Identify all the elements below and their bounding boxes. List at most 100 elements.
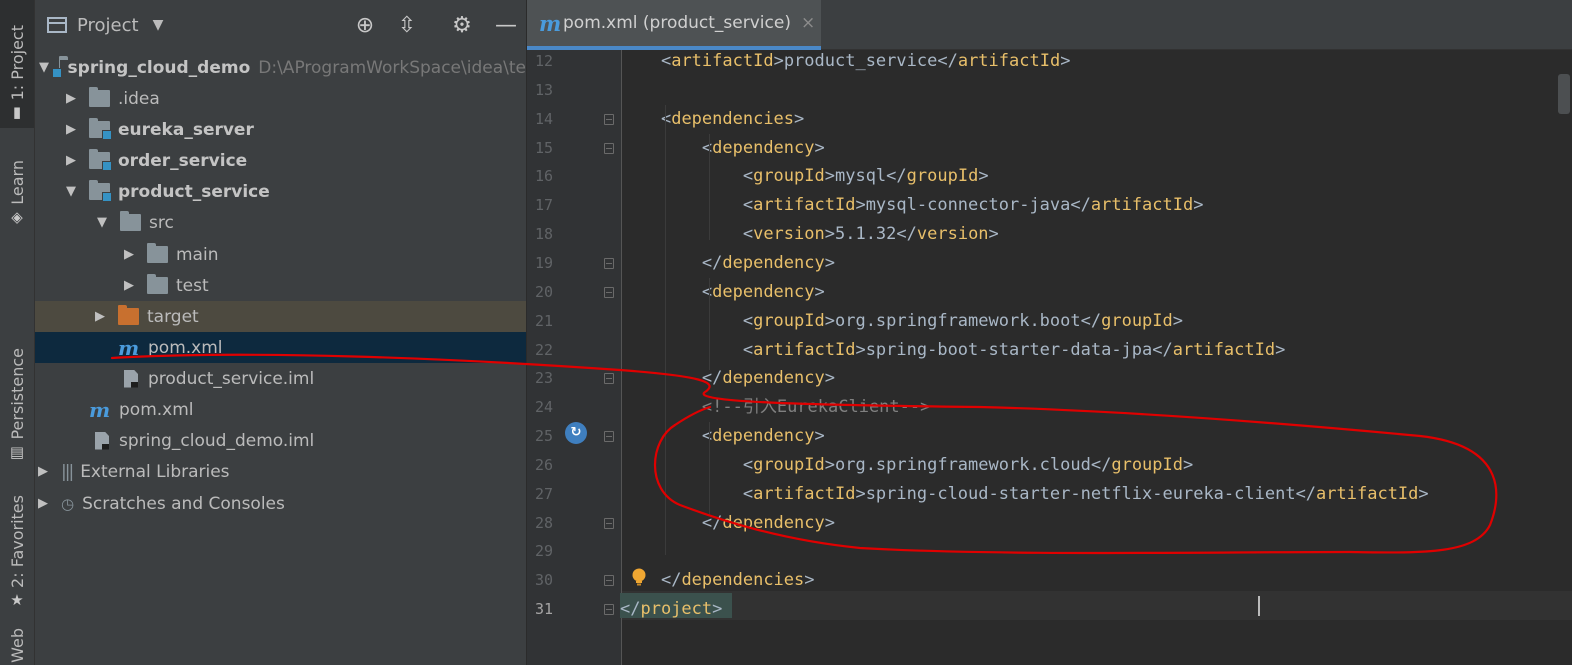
tree-item-label: src <box>149 212 174 233</box>
project-view-title[interactable]: Project <box>77 15 139 36</box>
tool-tab-favorites-label: 2: Favorites <box>7 495 27 588</box>
tree-item-scratches[interactable]: ▶ ◷ Scratches and Consoles <box>35 488 526 519</box>
fold-marker-icon[interactable] <box>604 575 614 587</box>
line-number: 20 <box>534 282 553 301</box>
line-number: 13 <box>534 80 553 99</box>
expanded-arrow-icon[interactable]: ▼ <box>63 184 79 199</box>
tree-item-eureka-server[interactable]: ▶ eureka_server <box>35 114 526 145</box>
folder-icon <box>89 87 110 107</box>
fold-marker-icon[interactable] <box>604 373 614 385</box>
fold-marker-icon[interactable] <box>604 517 614 529</box>
code-line[interactable]: <groupId>org.springframework.boot</group… <box>620 307 1183 336</box>
tool-tab-web[interactable]: Web <box>0 628 34 665</box>
code-line[interactable]: </project> <box>620 595 722 624</box>
tool-window-strip: 1: Project ▮ Learn ◈ Persistence ▤ 2: Fa… <box>0 0 35 665</box>
code-line[interactable]: <dependency> <box>620 422 825 451</box>
line-number: 17 <box>534 196 553 215</box>
collapsed-arrow-icon[interactable]: ▶ <box>121 278 137 293</box>
collapsed-arrow-icon[interactable]: ▶ <box>35 496 51 511</box>
collapsed-arrow-icon[interactable]: ▶ <box>92 309 108 324</box>
lightbulb-icon[interactable] <box>631 568 647 586</box>
fold-marker-icon[interactable] <box>604 113 614 125</box>
gear-icon[interactable]: ⚙ <box>450 14 474 38</box>
code-line[interactable]: <dependency> <box>620 134 825 163</box>
line-number: 23 <box>534 369 553 388</box>
code-line[interactable]: <artifactId>spring-boot-starter-data-jpa… <box>620 336 1286 365</box>
fold-marker-icon[interactable] <box>604 604 614 616</box>
tree-item-label: test <box>176 275 209 296</box>
current-line-highlight <box>622 591 1572 620</box>
star-icon: ★ <box>10 591 24 609</box>
line-number: 24 <box>534 398 553 417</box>
fold-marker-icon[interactable] <box>604 142 614 154</box>
tree-item-label: Scratches and Consoles <box>82 493 285 514</box>
tree-item-label: main <box>176 244 219 265</box>
vertical-scrollbar-thumb[interactable] <box>1558 74 1570 114</box>
tree-item-label: .idea <box>118 88 160 109</box>
maven-dependency-icon[interactable]: ↻ <box>565 422 587 444</box>
code-line[interactable]: <artifactId>spring-cloud-starter-netflix… <box>620 480 1429 509</box>
expanded-arrow-icon[interactable]: ▼ <box>94 215 110 230</box>
fold-marker-icon[interactable] <box>604 286 614 298</box>
code-line[interactable]: <artifactId>mysql-connector-java</artifa… <box>620 191 1204 220</box>
code-line[interactable]: <dependencies> <box>620 105 804 134</box>
collapsed-arrow-icon[interactable]: ▶ <box>63 91 79 106</box>
tree-item-idea[interactable]: ▶ .idea <box>35 83 526 114</box>
code-line[interactable]: </dependencies> <box>620 566 815 595</box>
tree-item-label: eureka_server <box>118 119 254 140</box>
hide-icon[interactable]: — <box>494 14 518 38</box>
tree-item-label: spring_cloud_demo <box>67 57 251 78</box>
module-folder-icon <box>89 149 112 171</box>
code-line[interactable]: <dependency> <box>620 278 825 307</box>
tool-tab-persistence-label: Persistence <box>7 348 27 440</box>
code-line[interactable]: </dependency> <box>620 509 835 538</box>
tree-item-spring-cloud-demo-iml[interactable]: spring_cloud_demo.iml <box>35 425 526 456</box>
tree-item-src[interactable]: ▼ src <box>35 207 526 238</box>
chevron-down-icon[interactable]: ▼ <box>153 17 164 33</box>
code-line[interactable]: <!--引入EurekaClient--> <box>620 393 930 422</box>
tree-item-product-service[interactable]: ▼ product_service <box>35 176 526 207</box>
tree-item-label: product_service <box>118 181 270 202</box>
collapsed-arrow-icon[interactable]: ▶ <box>63 122 79 137</box>
close-icon[interactable]: × <box>801 13 815 33</box>
collapse-all-icon[interactable]: ⇳ <box>395 14 419 38</box>
tree-item-label: order_service <box>118 150 248 171</box>
tree-item-order-service[interactable]: ▶ order_service <box>35 145 526 176</box>
collapsed-arrow-icon[interactable]: ▶ <box>63 153 79 168</box>
tree-item-target[interactable]: ▶ target <box>35 301 526 332</box>
tool-tab-learn-label: Learn <box>7 160 27 205</box>
code-line[interactable]: <groupId>mysql</groupId> <box>620 162 989 191</box>
tree-item-product-pom[interactable]: m pom.xml <box>35 332 526 363</box>
line-number: 16 <box>534 167 553 186</box>
module-folder-icon <box>89 118 112 140</box>
tool-tab-learn[interactable]: Learn ◈ <box>0 145 34 225</box>
editor-tab-pom[interactable]: m pom.xml (product_service) × <box>527 0 821 50</box>
code-editor: m pom.xml (product_service) × 12 13 14 15 16… <box>527 0 1572 665</box>
fold-marker-icon[interactable] <box>604 257 614 269</box>
code-line[interactable]: </dependency> <box>620 249 835 278</box>
fold-marker-icon[interactable] <box>604 431 614 443</box>
expanded-arrow-icon[interactable]: ▼ <box>39 60 49 75</box>
tool-tab-favorites[interactable]: 2: Favorites ★ <box>0 482 34 608</box>
locate-icon[interactable]: ⊕ <box>353 14 377 38</box>
line-number: 25 <box>534 427 553 446</box>
collapsed-arrow-icon[interactable]: ▶ <box>121 247 137 262</box>
tree-item-test[interactable]: ▶ test <box>35 270 526 301</box>
line-number: 14 <box>534 109 553 128</box>
tool-tab-project[interactable]: 1: Project ▮ <box>0 0 34 128</box>
tree-item-root-pom[interactable]: m pom.xml <box>35 394 526 425</box>
collapsed-arrow-icon[interactable]: ▶ <box>35 464 51 479</box>
code-line[interactable]: </dependency> <box>620 364 835 393</box>
code-line[interactable]: <artifactId>product_service</artifactId> <box>620 47 1070 76</box>
line-number: 19 <box>534 253 553 272</box>
graduation-cap-icon: ◈ <box>11 208 23 226</box>
line-number: 21 <box>534 311 553 330</box>
tree-item-external-libraries[interactable]: ▶ ||| External Libraries <box>35 456 526 487</box>
code-line[interactable]: <groupId>org.springframework.cloud</grou… <box>620 451 1193 480</box>
library-icon: ||| <box>61 461 74 482</box>
code-line[interactable]: <version>5.1.32</version> <box>620 220 999 249</box>
tool-tab-persistence[interactable]: Persistence ▤ <box>0 330 34 460</box>
tree-item-product-service-iml[interactable]: product_service.iml <box>35 363 526 394</box>
tree-item-spring-cloud-demo[interactable]: ▼ spring_cloud_demo D:\AProgramWorkSpace… <box>35 52 526 83</box>
tree-item-main[interactable]: ▶ main <box>35 239 526 270</box>
